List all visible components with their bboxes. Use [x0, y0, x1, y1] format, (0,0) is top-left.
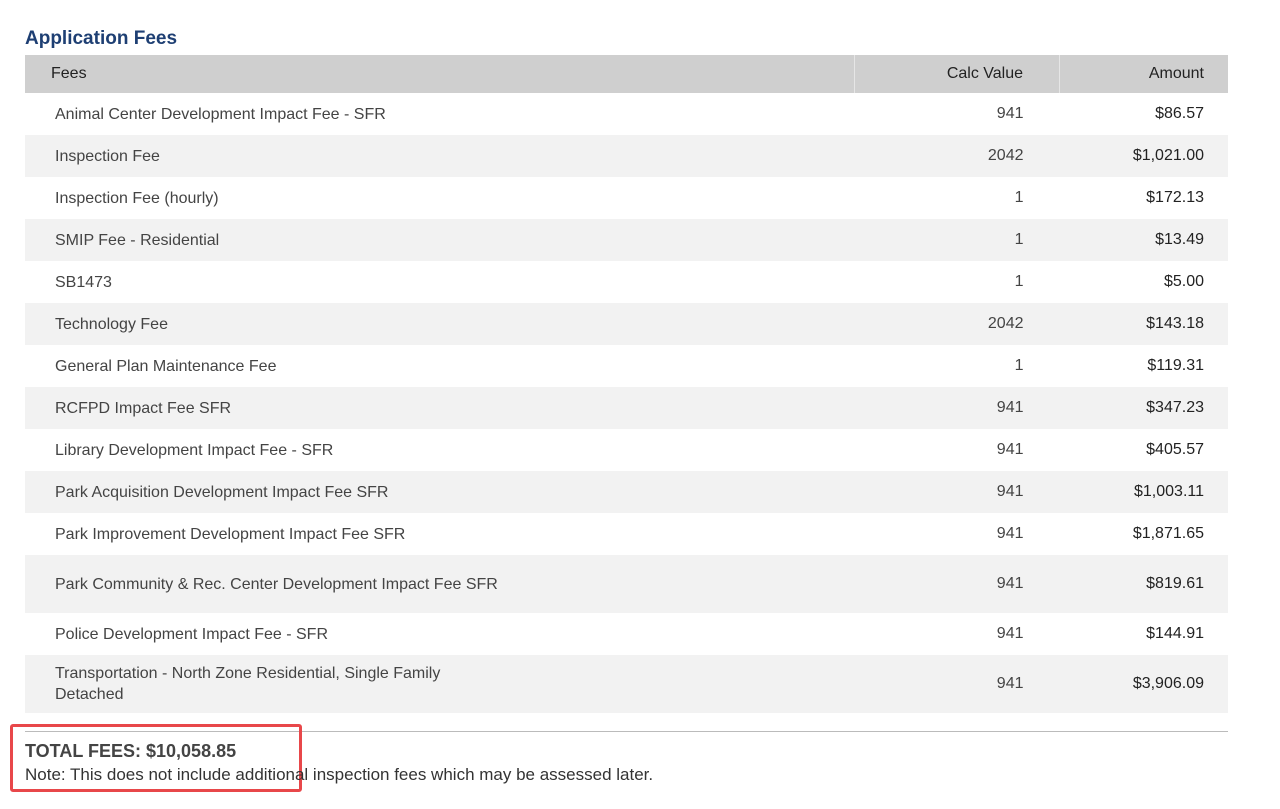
calc-value-cell: 941 [996, 625, 1024, 642]
calc-value-cell: 1 [1014, 189, 1024, 206]
table-row: Animal Center Development Impact Fee - S… [25, 93, 1228, 135]
fee-name-cell: RCFPD Impact Fee SFR [25, 387, 855, 429]
fee-name-cell: Library Development Impact Fee - SFR [25, 429, 855, 471]
amount-cell: $405.57 [1146, 441, 1204, 458]
fees-table: Fees Calc Value Amount Animal Center Dev… [25, 55, 1228, 713]
amount-cell: $86.57 [1155, 105, 1204, 122]
total-fees: TOTAL FEES: $10,058.85 [25, 741, 237, 761]
fee-name: Inspection Fee (hourly) [55, 189, 219, 207]
amount-cell: $172.13 [1146, 189, 1204, 206]
amount-cell: $144.91 [1146, 625, 1204, 642]
fee-name: Library Development Impact Fee - SFR [55, 441, 334, 459]
fee-name-cell: Park Acquisition Development Impact Fee … [25, 471, 855, 513]
calc-value-cell: 941 [854, 655, 1060, 713]
calc-value-cell: 941 [854, 471, 1060, 513]
fee-name: Technology Fee [55, 315, 168, 333]
fee-name: Police Development Impact Fee - SFR [55, 625, 328, 643]
calc-value-cell: 941 [996, 525, 1024, 542]
table-header-row: Fees Calc Value Amount [25, 55, 1228, 93]
fee-name-cell: General Plan Maintenance Fee [25, 345, 855, 387]
calc-value-cell: 2042 [854, 135, 1060, 177]
table-row: Transportation - North Zone Residential,… [25, 655, 1228, 713]
calc-value-cell: 1 [854, 219, 1060, 261]
fee-name-cell: Inspection Fee [25, 135, 855, 177]
calc-value-cell: 1 [1014, 357, 1024, 374]
amount-cell: $347.23 [1059, 387, 1228, 429]
table-row: Technology Fee 2042 $143.18 [25, 303, 1228, 345]
fee-name: Park Acquisition Development Impact Fee … [55, 483, 389, 501]
table-row: Park Improvement Development Impact Fee … [25, 513, 1228, 555]
amount-cell: $1,003.11 [1059, 471, 1228, 513]
fee-name-cell: SB1473 [25, 261, 855, 303]
amount-cell: $3,906.09 [1059, 655, 1228, 713]
fee-name-cell: Animal Center Development Impact Fee - S… [25, 93, 855, 135]
section-title: Application Fees [25, 28, 178, 49]
calc-value-cell: 2042 [854, 303, 1060, 345]
calc-value-cell: 1 [1014, 273, 1024, 290]
table-row: Park Community & Rec. Center Development… [25, 555, 1228, 613]
amount-cell: $13.49 [1059, 219, 1228, 261]
amount-cell: $5.00 [1163, 273, 1204, 290]
fee-name: SB1473 [55, 273, 112, 291]
amount-cell: $143.18 [1059, 303, 1228, 345]
column-header-amount: Amount [1059, 55, 1228, 93]
fee-name: Park Community & Rec. Center Development… [55, 575, 498, 593]
fee-name-cell: SMIP Fee - Residential [25, 219, 855, 261]
fee-name: General Plan Maintenance Fee [55, 357, 277, 375]
fee-name: RCFPD Impact Fee SFR [55, 399, 232, 417]
table-row: Inspection Fee (hourly) 1 $172.13 [25, 177, 1228, 219]
fee-name-cell: Technology Fee [25, 303, 855, 345]
fee-name-cell: Park Improvement Development Impact Fee … [25, 513, 855, 555]
fee-name: SMIP Fee - Residential [55, 231, 220, 249]
column-header-calc-value: Calc Value [854, 55, 1060, 93]
fee-name: Inspection Fee [55, 147, 160, 165]
calc-value-cell: 941 [854, 555, 1060, 613]
fee-name: Park Improvement Development Impact Fee … [55, 525, 406, 543]
calc-value-cell: 941 [996, 105, 1024, 122]
table-row: SB1473 1 $5.00 [25, 261, 1228, 303]
amount-cell: $1,021.00 [1059, 135, 1228, 177]
table-row: Library Development Impact Fee - SFR 941… [25, 429, 1228, 471]
fee-name-cell: Park Community & Rec. Center Development… [25, 555, 855, 613]
amount-cell: $1,871.65 [1132, 525, 1204, 542]
table-row: General Plan Maintenance Fee 1 $119.31 [25, 345, 1228, 387]
fee-name: Animal Center Development Impact Fee - S… [55, 105, 386, 123]
amount-cell: $819.61 [1059, 555, 1228, 613]
table-row: Police Development Impact Fee - SFR 941 … [25, 613, 1228, 655]
fee-name-cell: Police Development Impact Fee - SFR [25, 613, 855, 655]
fees-note: Note: This does not include additional i… [25, 765, 654, 784]
table-row: Inspection Fee 2042 $1,021.00 [25, 135, 1228, 177]
fee-name-cell: Transportation - North Zone Residential,… [25, 655, 855, 713]
table-row: RCFPD Impact Fee SFR 941 $347.23 [25, 387, 1228, 429]
fee-name-cell: Inspection Fee (hourly) [25, 177, 855, 219]
fee-name: Transportation - North Zone Residential,… [55, 665, 441, 703]
table-row: SMIP Fee - Residential 1 $13.49 [25, 219, 1228, 261]
column-header-fees: Fees [25, 55, 855, 93]
amount-cell: $119.31 [1147, 357, 1204, 374]
calc-value-cell: 941 [996, 441, 1024, 458]
calc-value-cell: 941 [854, 387, 1060, 429]
table-row: Park Acquisition Development Impact Fee … [25, 471, 1228, 513]
